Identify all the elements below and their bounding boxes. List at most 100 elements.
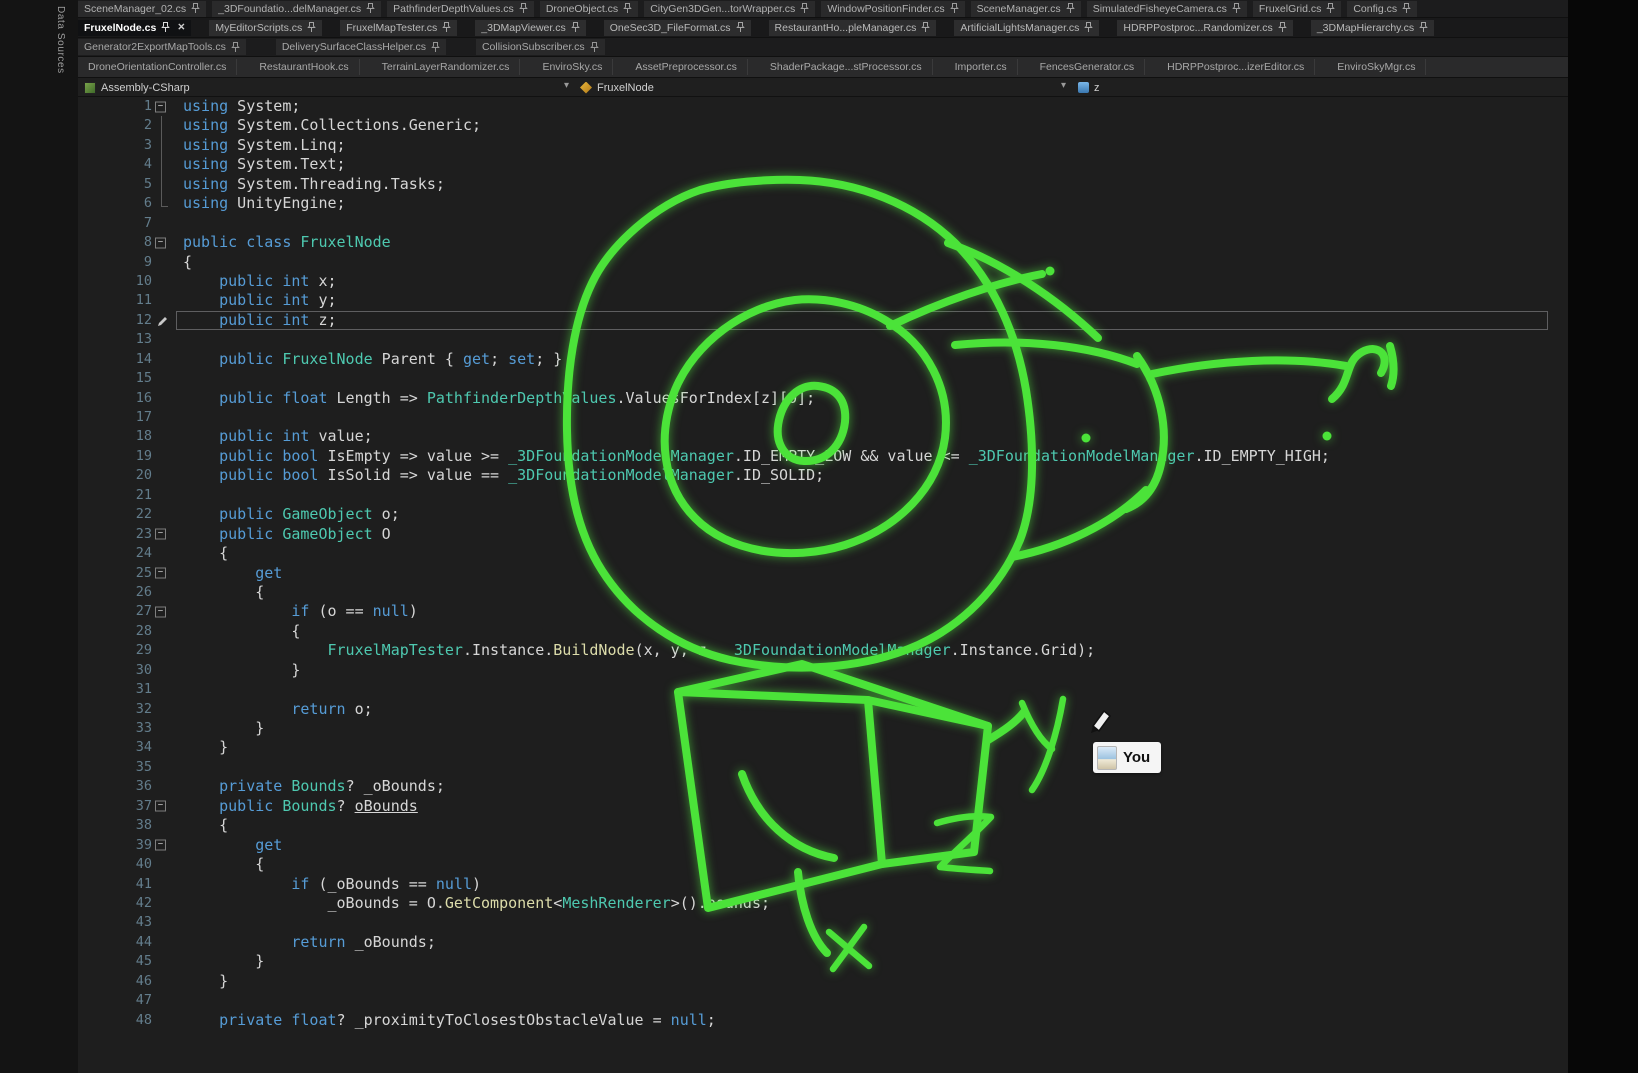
pin-icon[interactable] <box>1066 3 1075 14</box>
pin-icon[interactable] <box>1326 3 1335 14</box>
breadcrumb-member[interactable]: z <box>1078 78 1100 97</box>
tab-scenemanager-cs[interactable]: SceneManager.cs <box>971 1 1081 17</box>
tab-droneorientationcontroller-cs[interactable]: DroneOrientationController.cs <box>78 59 237 75</box>
pin-icon[interactable] <box>736 22 745 33</box>
code-line-25[interactable]: 25− get <box>78 564 1568 583</box>
pin-icon[interactable] <box>191 3 200 14</box>
pin-icon[interactable] <box>571 22 580 33</box>
pin-icon[interactable] <box>1084 22 1093 33</box>
tab-restauranthook-cs[interactable]: RestaurantHook.cs <box>249 59 359 75</box>
tab-fruxelgrid-cs[interactable]: FruxelGrid.cs <box>1253 1 1341 17</box>
code-line-18[interactable]: 18 public int value; <box>78 427 1568 446</box>
fold-collapse-icon[interactable]: − <box>155 237 166 248</box>
code-line-40[interactable]: 40 { <box>78 855 1568 874</box>
pin-icon[interactable] <box>519 3 528 14</box>
code-line-11[interactable]: 11 public int y; <box>78 291 1568 310</box>
chevron-down-icon[interactable]: ▾ <box>564 80 569 91</box>
fold-collapse-icon[interactable]: − <box>155 801 166 812</box>
code-line-19[interactable]: 19 public bool IsEmpty => value >= _3DFo… <box>78 447 1568 466</box>
code-line-1[interactable]: 1−using System; <box>78 97 1568 116</box>
code-line-12[interactable]: 12 public int z; <box>78 311 1568 330</box>
code-line-42[interactable]: 42 _oBounds = O.GetComponent<MeshRendere… <box>78 894 1568 913</box>
code-line-17[interactable]: 17 <box>78 408 1568 427</box>
tab-deliverysurfaceclasshelper-cs[interactable]: DeliverySurfaceClassHelper.cs <box>276 39 446 55</box>
code-line-32[interactable]: 32 return o; <box>78 700 1568 719</box>
code-line-23[interactable]: 23− public GameObject O <box>78 525 1568 544</box>
code-line-48[interactable]: 48 private float? _proximityToClosestObs… <box>78 1011 1568 1030</box>
code-line-47[interactable]: 47 <box>78 991 1568 1010</box>
code-line-43[interactable]: 43 <box>78 913 1568 932</box>
pin-icon[interactable] <box>921 22 930 33</box>
tab-fruxelmaptester-cs[interactable]: FruxelMapTester.cs <box>340 20 457 36</box>
tab-restaurantho-plemanager-cs[interactable]: RestaurantHo...pleManager.cs <box>769 20 937 36</box>
code-line-38[interactable]: 38 { <box>78 816 1568 835</box>
fold-column[interactable]: − <box>152 233 172 252</box>
tab-citygen3dgen-torwrapper-cs[interactable]: CityGen3DGen...torWrapper.cs <box>644 1 815 17</box>
code-line-35[interactable]: 35 <box>78 758 1568 777</box>
code-line-39[interactable]: 39− get <box>78 836 1568 855</box>
pin-icon[interactable] <box>1232 3 1241 14</box>
tab-pathfinderdepthvalues-cs[interactable]: PathfinderDepthValues.cs <box>387 1 534 17</box>
code-line-28[interactable]: 28 { <box>78 622 1568 641</box>
tab-generator2exportmaptools-cs[interactable]: Generator2ExportMapTools.cs <box>78 39 246 55</box>
tab-simulatedfisheyecamera-cs[interactable]: SimulatedFisheyeCamera.cs <box>1087 1 1247 17</box>
tab-importer-cs[interactable]: Importer.cs <box>945 59 1018 75</box>
code-line-3[interactable]: 3using System.Linq; <box>78 136 1568 155</box>
pin-icon[interactable] <box>800 3 809 14</box>
pin-icon[interactable] <box>307 22 316 33</box>
pin-icon[interactable] <box>442 22 451 33</box>
data-sources-tab[interactable]: Data Sources <box>55 6 66 74</box>
code-line-46[interactable]: 46 } <box>78 972 1568 991</box>
code-line-22[interactable]: 22 public GameObject o; <box>78 505 1568 524</box>
pin-icon[interactable] <box>1402 3 1411 14</box>
code-line-31[interactable]: 31 <box>78 680 1568 699</box>
tab-scenemanager-02-cs[interactable]: SceneManager_02.cs <box>78 1 206 17</box>
tab-fruxelnode-cs[interactable]: FruxelNode.cs✕ <box>78 20 191 36</box>
fold-collapse-icon[interactable]: − <box>155 101 166 112</box>
code-line-45[interactable]: 45 } <box>78 952 1568 971</box>
breadcrumb-class[interactable]: FruxelNode <box>580 78 654 97</box>
tab-envirosky-cs[interactable]: EnviroSky.cs <box>532 59 613 75</box>
close-icon[interactable]: ✕ <box>175 22 185 33</box>
fold-column[interactable]: − <box>152 97 172 116</box>
code-line-24[interactable]: 24 { <box>78 544 1568 563</box>
pin-icon[interactable] <box>431 42 440 53</box>
tab-3dmapviewer-cs[interactable]: _3DMapViewer.cs <box>475 20 585 36</box>
code-line-36[interactable]: 36 private Bounds? _oBounds; <box>78 777 1568 796</box>
pin-icon[interactable] <box>623 3 632 14</box>
tab-artificiallightsmanager-cs[interactable]: ArtificialLightsManager.cs <box>954 20 1099 36</box>
tab-config-cs[interactable]: Config.cs <box>1347 1 1417 17</box>
fold-collapse-icon[interactable]: − <box>155 840 166 851</box>
tab-droneobject-cs[interactable]: DroneObject.cs <box>540 1 638 17</box>
tab-windowpositionfinder-cs[interactable]: WindowPositionFinder.cs <box>821 1 964 17</box>
tab-hdrppostproc-randomizer-cs[interactable]: HDRPPostproc...Randomizer.cs <box>1117 20 1292 36</box>
code-line-13[interactable]: 13 <box>78 330 1568 349</box>
code-line-37[interactable]: 37− public Bounds? oBounds <box>78 797 1568 816</box>
fold-collapse-icon[interactable]: − <box>155 607 166 618</box>
code-line-7[interactable]: 7 <box>78 214 1568 233</box>
code-line-26[interactable]: 26 { <box>78 583 1568 602</box>
code-line-5[interactable]: 5using System.Threading.Tasks; <box>78 175 1568 194</box>
pin-icon[interactable] <box>950 3 959 14</box>
code-line-44[interactable]: 44 return _oBounds; <box>78 933 1568 952</box>
tab-onesec3d-fileformat-cs[interactable]: OneSec3D_FileFormat.cs <box>604 20 751 36</box>
code-line-6[interactable]: 6using UnityEngine; <box>78 194 1568 213</box>
code-line-34[interactable]: 34 } <box>78 738 1568 757</box>
code-line-30[interactable]: 30 } <box>78 661 1568 680</box>
code-line-8[interactable]: 8−public class FruxelNode <box>78 233 1568 252</box>
fold-column[interactable]: − <box>152 564 172 583</box>
code-line-9[interactable]: 9{ <box>78 253 1568 272</box>
fold-column[interactable]: − <box>152 797 172 816</box>
tab-assetpreprocessor-cs[interactable]: AssetPreprocessor.cs <box>625 59 748 75</box>
tab-shaderpackage-stprocessor-cs[interactable]: ShaderPackage...stProcessor.cs <box>760 59 933 75</box>
code-line-4[interactable]: 4using System.Text; <box>78 155 1568 174</box>
tab-hdrppostproc-izereditor-cs[interactable]: HDRPPostproc...izerEditor.cs <box>1157 59 1315 75</box>
tab-fencesgenerator-cs[interactable]: FencesGenerator.cs <box>1030 59 1146 75</box>
code-line-33[interactable]: 33 } <box>78 719 1568 738</box>
code-line-16[interactable]: 16 public float Length => PathfinderDept… <box>78 389 1568 408</box>
chevron-down-icon[interactable]: ▾ <box>1061 80 1066 91</box>
fold-column[interactable]: − <box>152 836 172 855</box>
code-line-2[interactable]: 2using System.Collections.Generic; <box>78 116 1568 135</box>
code-line-41[interactable]: 41 if (_oBounds == null) <box>78 875 1568 894</box>
code-line-10[interactable]: 10 public int x; <box>78 272 1568 291</box>
